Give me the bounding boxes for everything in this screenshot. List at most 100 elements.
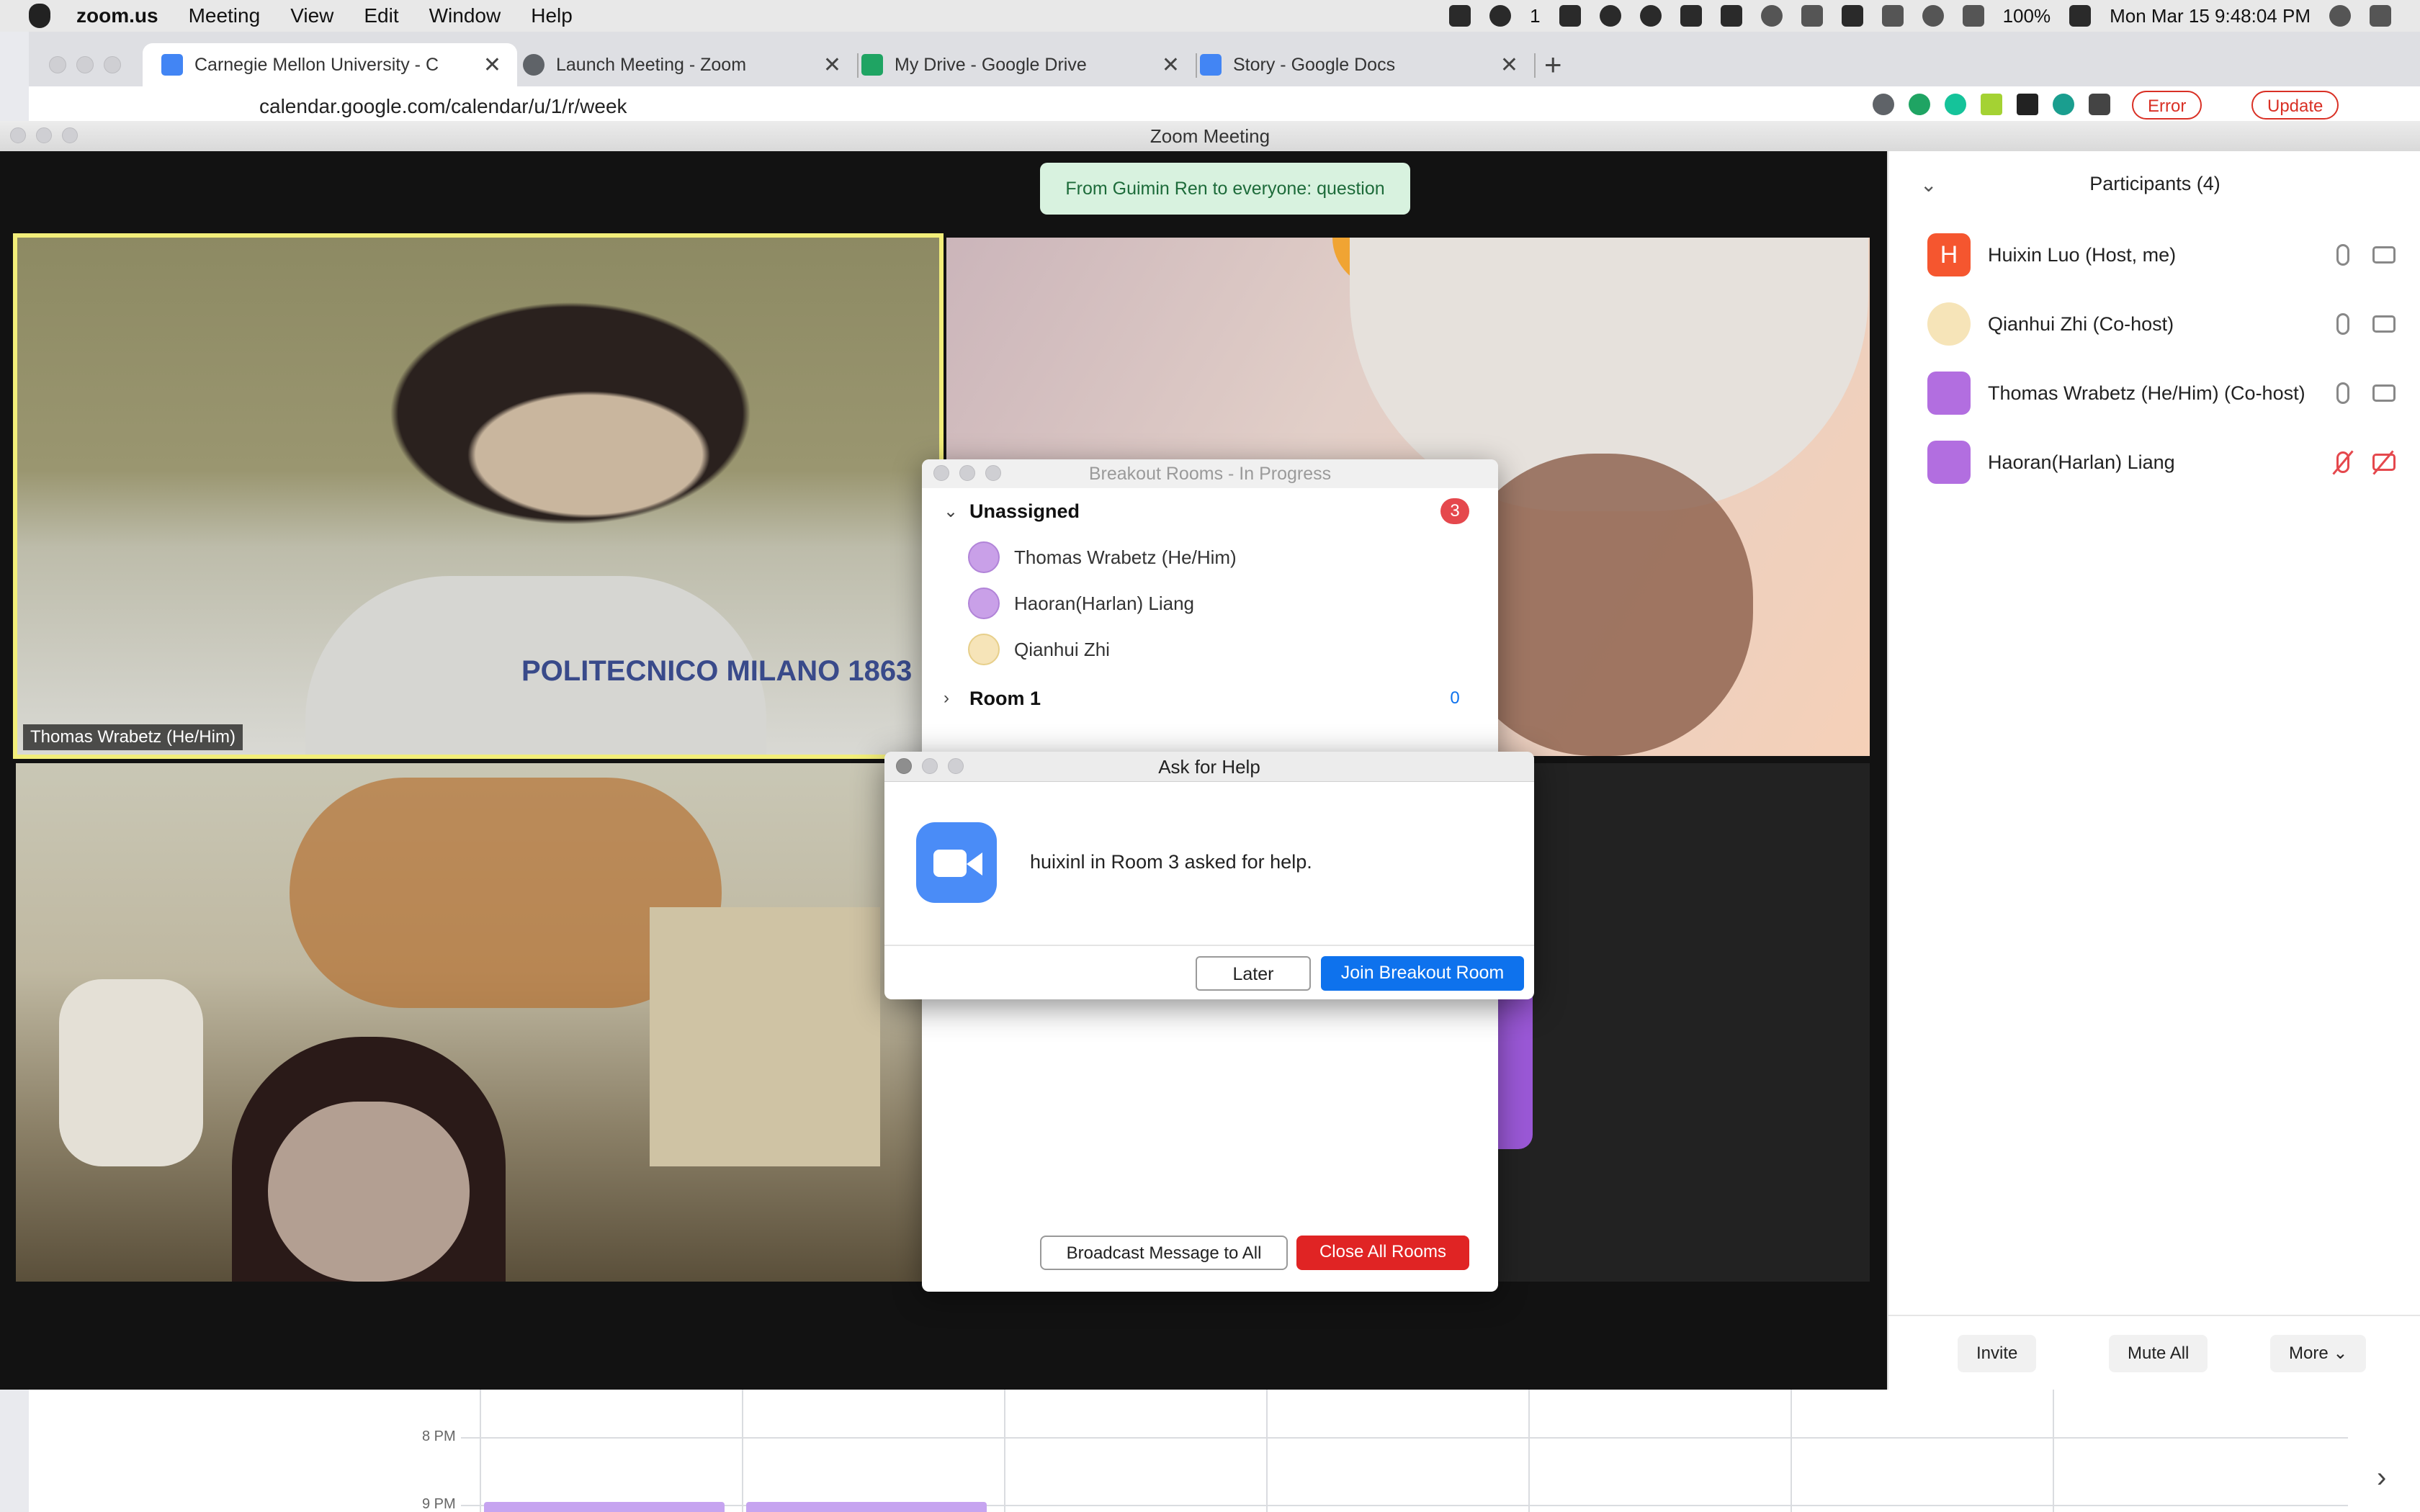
- camera-icon[interactable]: [2372, 384, 2396, 402]
- tab-drive[interactable]: My Drive - Google Drive ✕: [843, 43, 1197, 86]
- drive-ext-icon[interactable]: [1909, 94, 1930, 115]
- error-pill[interactable]: Error: [2132, 91, 2202, 120]
- zoom-dot-icon[interactable]: [948, 758, 964, 774]
- microphone-icon[interactable]: [2336, 244, 2349, 266]
- grid-icon[interactable]: [1720, 5, 1742, 27]
- minimize-dot-icon[interactable]: [922, 758, 938, 774]
- breakout-member[interactable]: Haoran(Harlan) Liang: [922, 582, 1498, 625]
- zoom-dot-icon[interactable]: [62, 127, 78, 143]
- close-all-rooms-button[interactable]: Close All Rooms: [1296, 1236, 1469, 1270]
- unassigned-count-badge: 3: [1440, 498, 1469, 524]
- url-text[interactable]: calendar.google.com/calendar/u/1/r/week: [259, 95, 627, 118]
- extension-icon[interactable]: [1873, 94, 1894, 115]
- avatar: H: [1927, 233, 1971, 276]
- breakout-member[interactable]: Thomas Wrabetz (He/Him): [922, 536, 1498, 579]
- camera-icon[interactable]: [2372, 246, 2396, 264]
- mute-all-button[interactable]: Mute All: [2109, 1335, 2208, 1372]
- close-dot-icon[interactable]: [10, 127, 26, 143]
- close-dot-icon[interactable]: [896, 758, 912, 774]
- menu-app-name[interactable]: zoom.us: [76, 4, 158, 27]
- minimize-dot-icon[interactable]: [959, 465, 975, 481]
- close-dot-icon[interactable]: [933, 465, 949, 481]
- mic-status-icon[interactable]: [1680, 5, 1702, 27]
- puzzle-icon[interactable]: [2089, 94, 2110, 115]
- search-status-icon[interactable]: [1639, 5, 1662, 27]
- join-breakout-room-button[interactable]: Join Breakout Room: [1321, 956, 1524, 991]
- chevron-down-icon[interactable]: ⌄: [944, 501, 961, 522]
- broadcast-button[interactable]: Broadcast Message to All: [1040, 1236, 1288, 1270]
- video-tile-host[interactable]: [16, 763, 939, 1282]
- note-ext-icon[interactable]: [1981, 94, 2002, 115]
- minimize-dot-icon[interactable]: [36, 127, 52, 143]
- volume-icon[interactable]: [1962, 5, 1984, 27]
- menu-edit[interactable]: Edit: [364, 4, 398, 27]
- invite-button[interactable]: Invite: [1958, 1335, 2037, 1372]
- spotlight-icon[interactable]: [2329, 5, 2351, 27]
- minimize-dot-icon[interactable]: [76, 56, 94, 73]
- cloud-icon[interactable]: [1599, 5, 1621, 27]
- participant-row[interactable]: Haoran(Harlan) Liang: [1888, 428, 2420, 497]
- chat-toast[interactable]: From Guimin Ren to everyone: question: [1040, 163, 1410, 215]
- more-button[interactable]: More ⌄: [2270, 1335, 2367, 1372]
- apple-icon[interactable]: [29, 4, 50, 28]
- chevron-right-icon[interactable]: ›: [944, 688, 961, 708]
- avatar: [1927, 372, 1971, 415]
- tab-close-icon[interactable]: ✕: [823, 53, 841, 78]
- teal-ext-icon[interactable]: [2053, 94, 2074, 115]
- zoom-traffic-lights[interactable]: [10, 127, 78, 143]
- tab-close-icon[interactable]: ✕: [1162, 53, 1180, 78]
- participant-name: Thomas Wrabetz (He/Him) (Co-host): [1988, 382, 2305, 404]
- clock[interactable]: Mon Mar 15 9:48:04 PM: [2110, 5, 2311, 27]
- wechat-icon[interactable]: [1489, 5, 1512, 27]
- room-count: 0: [1450, 688, 1460, 708]
- bluetooth-icon[interactable]: [1881, 5, 1904, 27]
- calendar-event[interactable]: [746, 1502, 987, 1512]
- participant-row[interactable]: H Huixin Luo (Host, me): [1888, 220, 2420, 289]
- update-pill[interactable]: Update: [2251, 91, 2339, 120]
- stop-icon[interactable]: [1760, 5, 1783, 27]
- room-1-group[interactable]: › Room 1 0: [922, 677, 1498, 720]
- menu-meeting[interactable]: Meeting: [189, 4, 261, 27]
- breakout-member[interactable]: Qianhui Zhi: [922, 628, 1498, 671]
- calendar-event[interactable]: [484, 1502, 725, 1512]
- battery-icon[interactable]: [2069, 5, 2092, 27]
- calendar-icon: [161, 54, 183, 76]
- microphone-icon[interactable]: [2336, 382, 2349, 404]
- airplay-icon[interactable]: [1801, 5, 1823, 27]
- chevron-right-icon[interactable]: ›: [2377, 1462, 2386, 1494]
- zoom-dot-icon[interactable]: [985, 465, 1001, 481]
- shirt-print: POLITECNICO MILANO 1863: [521, 655, 913, 687]
- tab-docs[interactable]: Story - Google Docs ✕: [1181, 43, 1536, 86]
- later-button[interactable]: Later: [1196, 956, 1311, 991]
- menu-help[interactable]: Help: [531, 4, 573, 27]
- control-center-icon[interactable]: [2370, 5, 2391, 27]
- participant-row[interactable]: Qianhui Zhi (Co-host): [1888, 289, 2420, 359]
- microphone-icon[interactable]: [2336, 313, 2349, 335]
- participant-name: Qianhui Zhi (Co-host): [1988, 312, 2174, 335]
- zoom-dot-icon[interactable]: [104, 56, 121, 73]
- browser-traffic-lights[interactable]: [49, 56, 121, 73]
- grammarly-icon[interactable]: [1945, 94, 1966, 115]
- tab-close-icon[interactable]: ✕: [483, 53, 501, 78]
- video-tile-thomas[interactable]: POLITECNICO MILANO 1863 Thomas Wrabetz (…: [13, 233, 944, 759]
- help-traffic-lights[interactable]: [896, 758, 964, 774]
- scroll-icon[interactable]: [1841, 5, 1863, 27]
- tab-calendar[interactable]: Carnegie Mellon University - C ✕: [143, 43, 517, 86]
- address-bar[interactable]: calendar.google.com/calendar/u/1/r/week …: [29, 86, 2420, 121]
- menu-window[interactable]: Window: [429, 4, 501, 27]
- wifi-icon[interactable]: [1922, 5, 1944, 27]
- menu-view[interactable]: View: [290, 4, 333, 27]
- barcode-ext-icon[interactable]: [2017, 94, 2038, 115]
- send-icon[interactable]: [1559, 5, 1581, 27]
- help-titlebar: Ask for Help: [884, 752, 1534, 782]
- camera-icon[interactable]: [2372, 315, 2396, 333]
- tab-close-icon[interactable]: ✕: [1500, 53, 1518, 78]
- zoom-titlebar: Zoom Meeting: [0, 121, 2420, 151]
- participant-row[interactable]: Thomas Wrabetz (He/Him) (Co-host): [1888, 359, 2420, 428]
- new-tab-button[interactable]: +: [1544, 48, 1562, 82]
- close-dot-icon[interactable]: [49, 56, 66, 73]
- breakout-traffic-lights[interactable]: [933, 465, 1001, 481]
- zoom-status-icon[interactable]: [1449, 5, 1471, 27]
- tab-zoom[interactable]: Launch Meeting - Zoom ✕: [504, 43, 859, 86]
- unassigned-group[interactable]: ⌄ Unassigned 3: [922, 490, 1498, 533]
